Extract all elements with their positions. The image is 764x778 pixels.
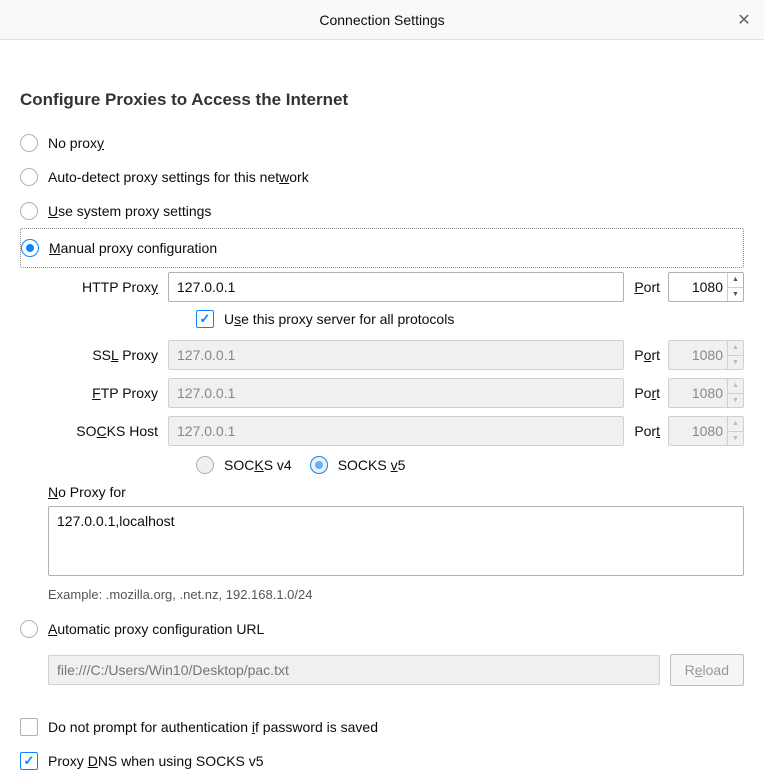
spinner-down-icon: ▼ [728, 432, 743, 446]
http-port-wrap: ▲ ▼ [668, 272, 744, 302]
radio-label: SOCKS v5 [338, 457, 406, 473]
ssl-port-label: Port [624, 347, 668, 363]
ssl-proxy-row: SSL Proxy Port ▲ ▼ [48, 336, 744, 374]
radio-icon [196, 456, 214, 474]
ssl-proxy-input [168, 340, 624, 370]
ftp-port-label: Port [624, 385, 668, 401]
ftp-port-wrap: ▲ ▼ [668, 378, 744, 408]
radio-label: Use system proxy settings [48, 203, 211, 219]
spinner-up-icon: ▲ [728, 417, 743, 432]
ftp-proxy-row: FTP Proxy Port ▲ ▼ [48, 374, 744, 412]
http-proxy-row: HTTP Proxy Port ▲ ▼ [48, 268, 744, 306]
checkbox-icon[interactable] [20, 752, 38, 770]
ssl-port-wrap: ▲ ▼ [668, 340, 744, 370]
use-for-all-row[interactable]: Use this proxy server for all protocols [48, 310, 744, 328]
checkbox-use-for-all[interactable] [196, 310, 214, 328]
check-proxy-dns[interactable]: Proxy DNS when using SOCKS v5 [20, 744, 744, 778]
checkbox-icon[interactable] [20, 718, 38, 736]
check-no-prompt[interactable]: Do not prompt for authentication if pass… [20, 710, 744, 744]
spinner-down-icon: ▼ [728, 394, 743, 408]
spinner-up-icon[interactable]: ▲ [728, 273, 743, 288]
http-proxy-label: HTTP Proxy [48, 279, 168, 295]
socks-host-row: SOCKS Host Port ▲ ▼ [48, 412, 744, 450]
radio-socks-v4[interactable]: SOCKS v4 [196, 456, 292, 474]
radio-label: SOCKS v4 [224, 457, 292, 473]
radio-label: No proxy [48, 135, 104, 151]
radio-label: Automatic proxy configuration URL [48, 621, 264, 637]
radio-use-system[interactable]: Use system proxy settings [20, 194, 744, 228]
radio-label: Auto-detect proxy settings for this netw… [48, 169, 309, 185]
use-for-all-label: Use this proxy server for all protocols [224, 311, 454, 327]
check-label: Proxy DNS when using SOCKS v5 [48, 753, 264, 769]
socks-version-row: SOCKS v4 SOCKS v5 [48, 456, 744, 474]
no-proxy-example: Example: .mozilla.org, .net.nz, 192.168.… [48, 587, 744, 602]
radio-label: Manual proxy configuration [49, 240, 217, 256]
ssl-port-spinner: ▲ ▼ [727, 341, 743, 369]
radio-icon [20, 202, 38, 220]
close-button[interactable]: ✕ [734, 10, 754, 30]
radio-socks-v5[interactable]: SOCKS v5 [310, 456, 406, 474]
radio-icon [310, 456, 328, 474]
spinner-down-icon: ▼ [728, 356, 743, 370]
pac-row: Reload [48, 654, 744, 686]
no-proxy-label: No Proxy for [48, 484, 744, 500]
ftp-proxy-input [168, 378, 624, 408]
content: Configure Proxies to Access the Internet… [0, 40, 764, 778]
manual-config-block: Manual proxy configuration [20, 228, 744, 268]
radio-manual[interactable]: Manual proxy configuration [21, 231, 741, 265]
reload-button[interactable]: Reload [670, 654, 744, 686]
footer-checks: Do not prompt for authentication if pass… [20, 710, 744, 778]
radio-pac[interactable]: Automatic proxy configuration URL [20, 612, 744, 646]
titlebar: Connection Settings ✕ [0, 0, 764, 40]
dialog-title: Connection Settings [319, 12, 444, 28]
socks-port-spinner: ▲ ▼ [727, 417, 743, 445]
socks-port-wrap: ▲ ▼ [668, 416, 744, 446]
http-port-spinner: ▲ ▼ [727, 273, 743, 301]
pac-url-input [48, 655, 660, 685]
section-heading: Configure Proxies to Access the Internet [20, 90, 744, 110]
ftp-proxy-label: FTP Proxy [48, 385, 168, 401]
radio-no-proxy[interactable]: No proxy [20, 126, 744, 160]
radio-icon [21, 239, 39, 257]
check-label: Do not prompt for authentication if pass… [48, 719, 378, 735]
radio-icon [20, 620, 38, 638]
ssl-proxy-label: SSL Proxy [48, 347, 168, 363]
spinner-up-icon: ▲ [728, 341, 743, 356]
socks-port-label: Port [624, 423, 668, 439]
radio-icon [20, 134, 38, 152]
spinner-up-icon: ▲ [728, 379, 743, 394]
radio-icon [20, 168, 38, 186]
spinner-down-icon[interactable]: ▼ [728, 288, 743, 302]
no-proxy-textarea[interactable] [48, 506, 744, 576]
no-proxy-block: No Proxy for Example: .mozilla.org, .net… [48, 484, 744, 602]
proxy-fields: HTTP Proxy Port ▲ ▼ Use this proxy serve… [48, 268, 744, 474]
http-port-label: Port [624, 279, 668, 295]
http-proxy-input[interactable] [168, 272, 624, 302]
socks-host-input [168, 416, 624, 446]
radio-auto-detect[interactable]: Auto-detect proxy settings for this netw… [20, 160, 744, 194]
socks-host-label: SOCKS Host [48, 423, 168, 439]
close-icon: ✕ [737, 10, 750, 30]
ftp-port-spinner: ▲ ▼ [727, 379, 743, 407]
